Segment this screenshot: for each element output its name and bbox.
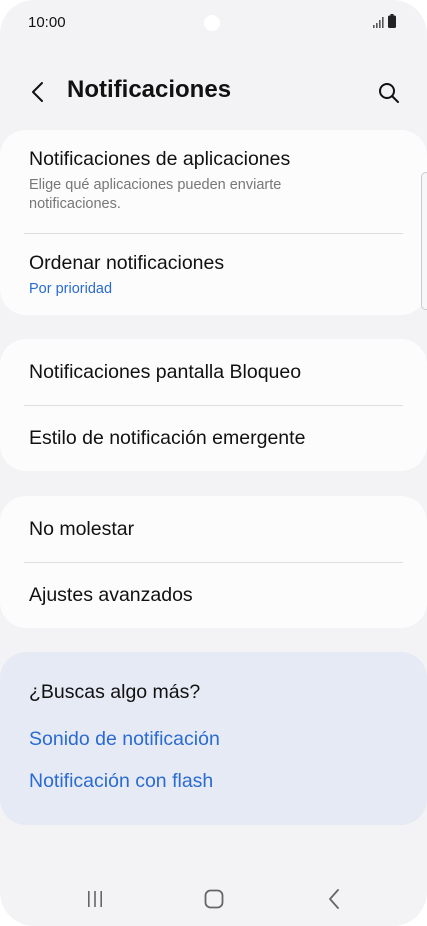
app-notifications-title: Notificaciones de aplicaciones xyxy=(29,148,291,170)
lock-screen-notifications-item[interactable]: Notificaciones pantalla Bloqueo xyxy=(0,339,427,405)
home-icon xyxy=(204,889,224,909)
notification-settings-card: Notificaciones de aplicaciones Elige qué… xyxy=(0,130,427,315)
advanced-settings-item[interactable]: Ajustes avanzados xyxy=(0,563,427,628)
page-title: Notificaciones xyxy=(67,76,232,103)
suggestion-link-flash-notification[interactable]: Notificación con flash xyxy=(29,770,213,793)
advanced-settings-title: Ajustes avanzados xyxy=(29,584,193,606)
popup-style-title: Estilo de notificación emergente xyxy=(29,427,306,449)
other-settings-card: No molestar Ajustes avanzados xyxy=(0,496,427,628)
navigation-bar xyxy=(0,872,427,926)
order-notifications-item[interactable]: Ordenar notificaciones Por prioridad xyxy=(0,234,427,314)
chevron-left-icon xyxy=(32,82,43,102)
status-time: 10:00 xyxy=(28,14,66,31)
app-bar: Notificaciones xyxy=(0,66,427,118)
recent-apps-icon xyxy=(88,891,102,907)
back-nav-button[interactable] xyxy=(319,886,349,912)
status-bar: 10:00 xyxy=(0,0,427,44)
suggestion-link-notification-sound[interactable]: Sonido de notificación xyxy=(29,728,220,751)
popup-style-item[interactable]: Estilo de notificación emergente xyxy=(0,406,427,471)
do-not-disturb-item[interactable]: No molestar xyxy=(0,496,427,562)
app-notifications-item[interactable]: Notificaciones de aplicaciones Elige qué… xyxy=(0,130,427,232)
back-button[interactable] xyxy=(24,78,52,106)
order-notifications-title: Ordenar notificaciones xyxy=(29,252,225,274)
home-button[interactable] xyxy=(199,886,229,912)
search-button[interactable] xyxy=(374,78,404,108)
back-icon xyxy=(329,889,339,909)
search-icon xyxy=(379,83,399,103)
battery-icon xyxy=(388,14,396,28)
do-not-disturb-title: No molestar xyxy=(29,518,135,540)
recent-apps-button[interactable] xyxy=(80,886,110,912)
app-notifications-subtitle: Elige qué aplicaciones pueden enviarte n… xyxy=(29,177,282,212)
scrollbar[interactable] xyxy=(421,172,427,310)
front-camera xyxy=(204,15,220,31)
settings-screen: 10:00 Notificaciones Notificaciones de a… xyxy=(0,0,427,926)
order-notifications-value: Por prioridad xyxy=(29,281,113,297)
lock-screen-notifications-title: Notificaciones pantalla Bloqueo xyxy=(29,361,302,383)
suggestions-card: ¿Buscas algo más? Sonido de notificación… xyxy=(0,652,427,825)
signal-icon xyxy=(373,17,384,28)
notification-display-card: Notificaciones pantalla Bloqueo Estilo d… xyxy=(0,339,427,471)
suggestions-title: ¿Buscas algo más? xyxy=(29,681,201,703)
